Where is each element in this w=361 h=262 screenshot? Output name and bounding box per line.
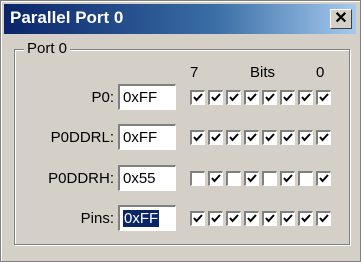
bit-checkbox-pins-5[interactable] (226, 211, 241, 226)
checkmark-icon (265, 214, 275, 223)
checkmark-icon (211, 133, 221, 142)
checkmark-icon (265, 93, 275, 102)
value-field-p0[interactable]: 0xFF (118, 84, 176, 110)
checkmark-icon (211, 93, 221, 102)
checkmark-icon (211, 174, 221, 183)
close-icon: ✕ (334, 10, 348, 27)
bit-checkbox-p0-7[interactable] (190, 90, 205, 105)
checkmark-icon (265, 133, 275, 142)
bit-checkbox-pins-4[interactable] (244, 211, 259, 226)
checkmark-icon (283, 214, 293, 223)
checkmark-icon (283, 93, 293, 102)
bit-checkbox-p0ddrh-6[interactable] (208, 171, 223, 186)
row-label-pins: Pins: (80, 210, 114, 227)
bit-checkbox-p0-1[interactable] (298, 90, 313, 105)
bit-checkbox-p0ddrl-5[interactable] (226, 130, 241, 145)
bit-checkbox-p0ddrl-2[interactable] (280, 130, 295, 145)
checkmark-icon (319, 214, 329, 223)
checkmark-icon (229, 133, 239, 142)
checkmark-icon (247, 214, 257, 223)
bits-high-label: 7 (190, 64, 199, 81)
bit-checkbox-p0-0[interactable] (316, 90, 331, 105)
checkmark-icon (319, 174, 329, 183)
checkmark-icon (247, 93, 257, 102)
bit-checkbox-pins-2[interactable] (280, 211, 295, 226)
checkmark-icon (319, 133, 329, 142)
bit-checkbox-p0ddrl-7[interactable] (190, 130, 205, 145)
bit-checkbox-p0-3[interactable] (262, 90, 277, 105)
checkmark-icon (193, 133, 203, 142)
bits-low-label: 0 (316, 64, 325, 81)
value-text-pins: 0xFF (123, 210, 160, 227)
row-label-p0ddrh: P0DDRH: (48, 170, 114, 187)
checkmark-icon (229, 93, 239, 102)
checkmark-icon (247, 174, 257, 183)
bit-checkbox-p0ddrh-3[interactable] (262, 171, 277, 186)
value-text-p0ddrl: 0xFF (123, 129, 158, 146)
bit-checkbox-pins-1[interactable] (298, 211, 313, 226)
checkmark-icon (283, 174, 293, 183)
value-text-p0ddrh: 0x55 (123, 170, 156, 187)
bit-checkbox-p0-6[interactable] (208, 90, 223, 105)
bit-checkbox-p0ddrl-3[interactable] (262, 130, 277, 145)
bit-checkbox-p0ddrh-2[interactable] (280, 171, 295, 186)
title-bar[interactable]: Parallel Port 0 ✕ (4, 4, 356, 34)
bit-checkbox-p0ddrl-1[interactable] (298, 130, 313, 145)
close-button[interactable]: ✕ (330, 9, 352, 29)
bit-checkbox-p0ddrh-5[interactable] (226, 171, 241, 186)
bit-checkbox-p0-4[interactable] (244, 90, 259, 105)
bit-checkbox-p0ddrh-4[interactable] (244, 171, 259, 186)
bit-checkbox-p0ddrl-6[interactable] (208, 130, 223, 145)
checkmark-icon (211, 214, 221, 223)
checkmark-icon (229, 214, 239, 223)
bit-checkbox-p0ddrh-0[interactable] (316, 171, 331, 186)
value-field-p0ddrh[interactable]: 0x55 (118, 165, 176, 191)
bit-checkbox-pins-7[interactable] (190, 211, 205, 226)
checkmark-icon (301, 133, 311, 142)
value-text-p0: 0xFF (123, 89, 158, 106)
row-label-p0: P0: (91, 89, 114, 106)
bit-checkbox-p0-5[interactable] (226, 90, 241, 105)
bit-checkbox-p0ddrl-4[interactable] (244, 130, 259, 145)
bit-checkbox-pins-3[interactable] (262, 211, 277, 226)
checkmark-icon (193, 214, 203, 223)
row-label-p0ddrl: P0DDRL: (50, 129, 114, 146)
bit-checkbox-p0ddrl-0[interactable] (316, 130, 331, 145)
bits-label: Bits (250, 64, 276, 81)
bit-checkbox-pins-6[interactable] (208, 211, 223, 226)
bit-checkbox-p0ddrh-1[interactable] (298, 171, 313, 186)
checkmark-icon (193, 93, 203, 102)
checkmark-icon (301, 93, 311, 102)
checkmark-icon (247, 133, 257, 142)
value-field-pins[interactable]: 0xFF (118, 205, 176, 231)
group-label: Port 0 (24, 40, 71, 57)
bit-checkbox-p0-2[interactable] (280, 90, 295, 105)
window-title: Parallel Port 0 (10, 8, 124, 27)
value-field-p0ddrl[interactable]: 0xFF (118, 124, 176, 150)
bit-checkbox-pins-0[interactable] (316, 211, 331, 226)
checkmark-icon (283, 133, 293, 142)
checkmark-icon (319, 93, 329, 102)
checkmark-icon (301, 214, 311, 223)
bit-checkbox-p0ddrh-7[interactable] (190, 171, 205, 186)
